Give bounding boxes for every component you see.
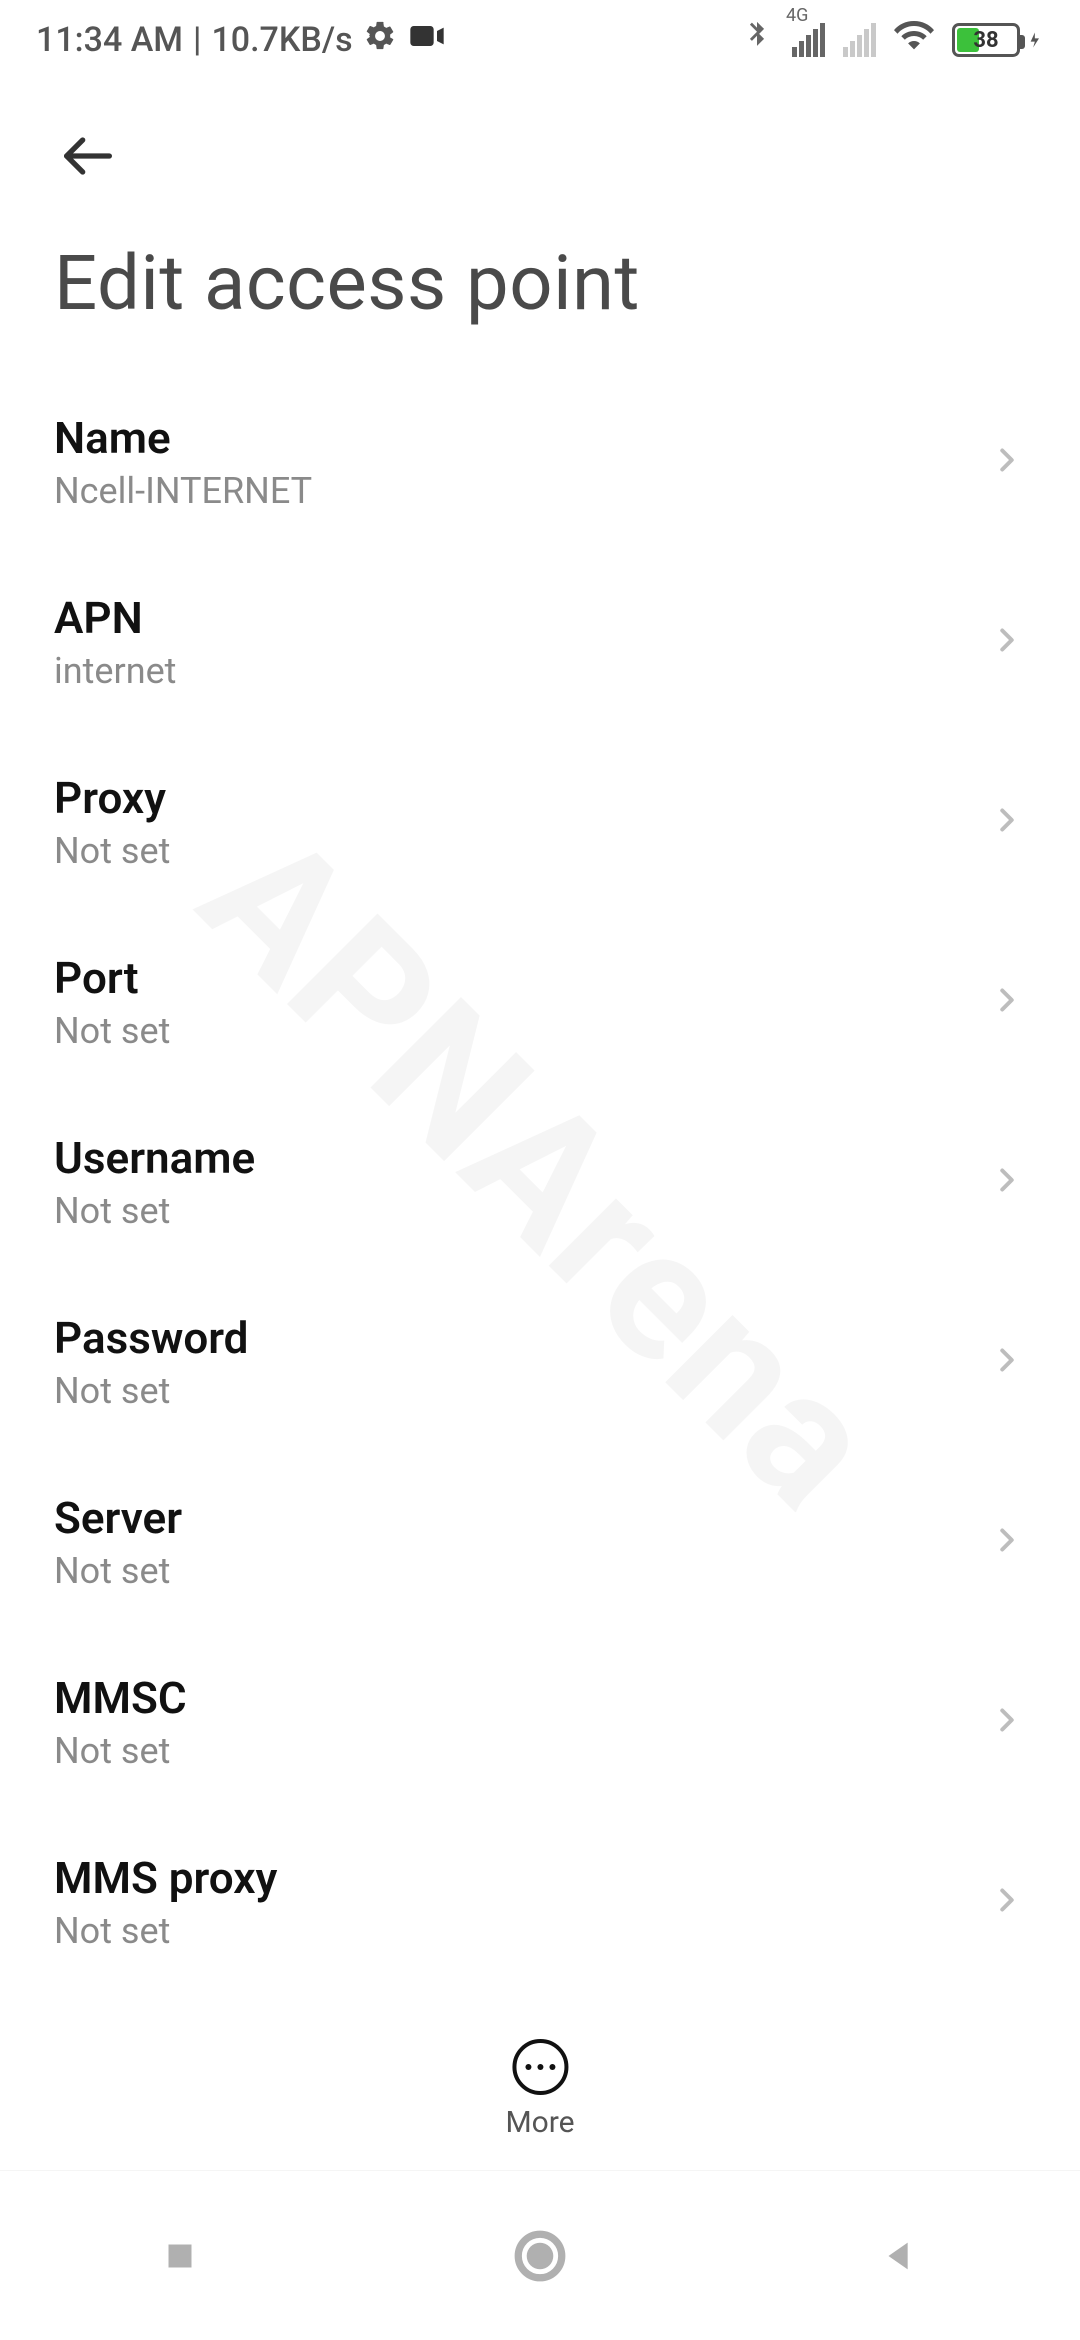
setting-mms-proxy[interactable]: MMS proxy Not set <box>0 1812 1080 1992</box>
back-button[interactable] <box>48 116 128 196</box>
setting-title: APN <box>54 592 972 644</box>
chevron-right-icon <box>988 1161 1026 1203</box>
setting-title: Port <box>54 952 972 1004</box>
nav-home-button[interactable] <box>455 2206 625 2306</box>
setting-value: Not set <box>54 1910 972 1952</box>
setting-port[interactable]: Port Not set <box>0 912 1080 1092</box>
setting-title: MMS proxy <box>54 1852 972 1904</box>
circle-icon <box>511 2227 569 2285</box>
chevron-right-icon <box>988 981 1026 1023</box>
setting-server[interactable]: Server Not set <box>0 1452 1080 1632</box>
battery-percent: 38 <box>955 28 1017 53</box>
signal-no-sim-icon <box>843 23 876 57</box>
triangle-left-icon <box>877 2233 923 2279</box>
setting-value: Not set <box>54 1190 972 1232</box>
more-label: More <box>505 2105 574 2140</box>
setting-title: MMSC <box>54 1672 972 1724</box>
setting-title: Server <box>54 1492 972 1544</box>
camera-icon <box>407 16 447 65</box>
status-bar: 11:34 AM | 10.7KB/s 4G <box>0 0 1080 80</box>
setting-username[interactable]: Username Not set <box>0 1092 1080 1272</box>
chevron-right-icon <box>988 441 1026 483</box>
bluetooth-icon <box>740 19 774 62</box>
system-nav-bar <box>0 2170 1080 2340</box>
setting-title: Password <box>54 1312 972 1364</box>
gear-icon <box>363 19 397 62</box>
setting-value: Not set <box>54 1730 972 1772</box>
wifi-icon <box>894 16 934 65</box>
setting-password[interactable]: Password Not set <box>0 1272 1080 1452</box>
settings-list: Name Ncell-INTERNET APN internet Proxy N… <box>0 372 1080 1992</box>
chevron-right-icon <box>988 801 1026 843</box>
chevron-right-icon <box>988 621 1026 663</box>
status-speed: 10.7KB/s <box>211 20 352 60</box>
more-icon <box>512 2039 568 2095</box>
setting-name[interactable]: Name Ncell-INTERNET <box>0 372 1080 552</box>
chevron-right-icon <box>988 1341 1026 1383</box>
nav-recents-button[interactable] <box>95 2206 265 2306</box>
status-time: 11:34 AM <box>36 20 183 60</box>
signal-4g-icon: 4G <box>792 23 825 57</box>
more-menu-button[interactable]: More <box>505 2039 574 2140</box>
setting-title: Proxy <box>54 772 972 824</box>
setting-value: Not set <box>54 1550 972 1592</box>
square-icon <box>157 2233 203 2279</box>
setting-value: internet <box>54 650 972 692</box>
setting-apn[interactable]: APN internet <box>0 552 1080 732</box>
page-title: Edit access point <box>54 238 1026 328</box>
setting-value: Not set <box>54 1010 972 1052</box>
chevron-right-icon <box>988 1521 1026 1563</box>
setting-mmsc[interactable]: MMSC Not set <box>0 1632 1080 1812</box>
setting-value: Not set <box>54 1370 972 1412</box>
nav-back-button[interactable] <box>815 2206 985 2306</box>
status-separator: | <box>193 20 201 60</box>
setting-proxy[interactable]: Proxy Not set <box>0 732 1080 912</box>
setting-title: Name <box>54 412 972 464</box>
arrow-left-icon <box>56 124 120 188</box>
network-label: 4G <box>786 5 808 26</box>
chevron-right-icon <box>988 1701 1026 1743</box>
setting-value: Ncell-INTERNET <box>54 470 972 512</box>
battery-icon: 38 <box>952 23 1044 57</box>
setting-value: Not set <box>54 830 972 872</box>
setting-title: Username <box>54 1132 972 1184</box>
charging-icon <box>1024 26 1044 54</box>
chevron-right-icon <box>988 1881 1026 1923</box>
